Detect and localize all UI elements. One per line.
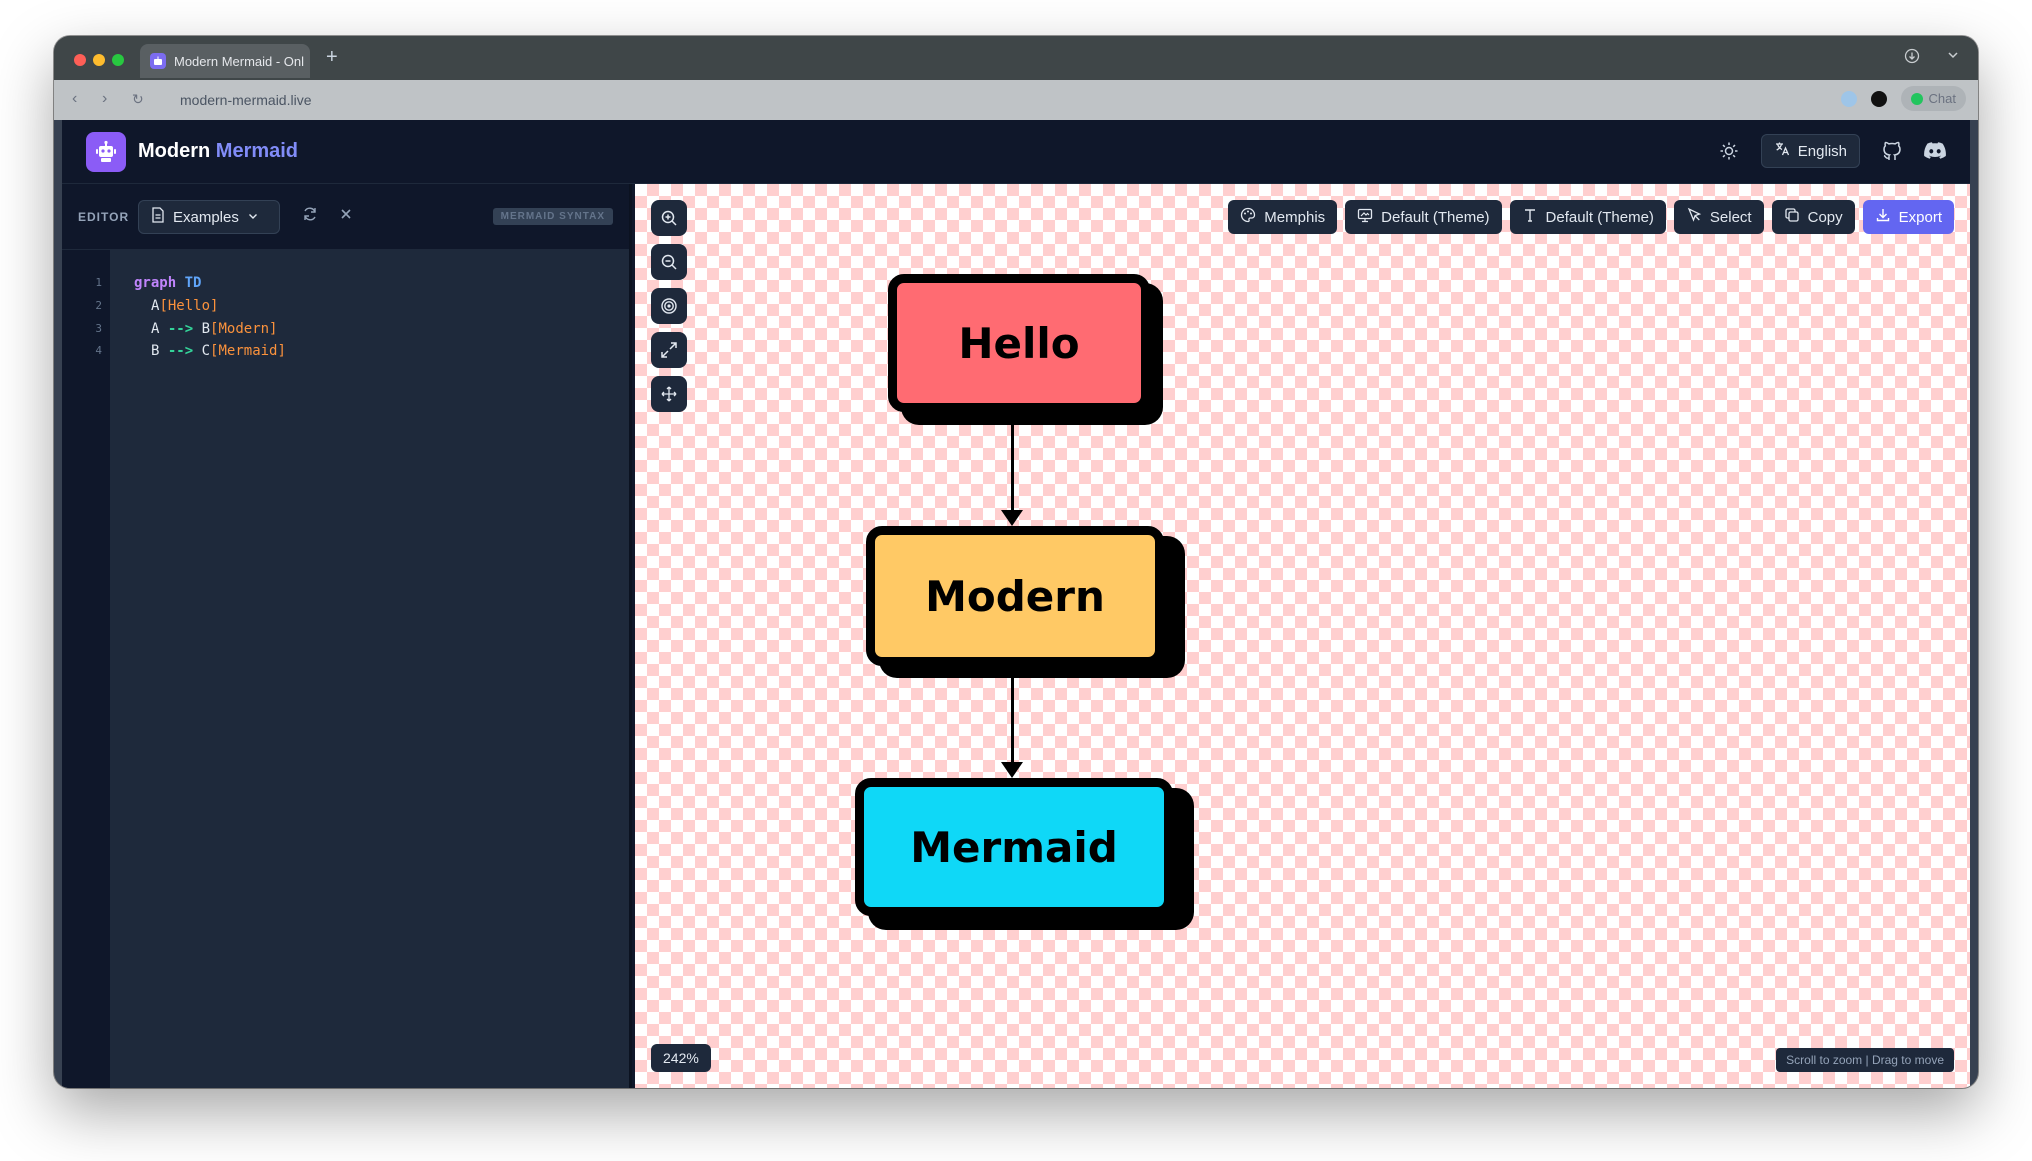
theme-image-icon [1357,207,1373,227]
code-line: A --> B[Modern] [151,321,278,337]
zoom-out-icon [661,254,677,270]
extension-icon[interactable] [1840,90,1857,107]
font-label: Default (Theme) [1545,208,1654,226]
font-type-icon [1522,207,1538,227]
editor-toolbar: EDITOR Examples MERMAID SYNTAX [62,184,629,250]
code-line: B --> C[Mermaid] [151,343,286,359]
chevron-down-icon [247,209,259,226]
editor-pane: EDITOR Examples MERMAID SYNTAX 1 2 3 4 g… [62,184,632,1088]
zoom-in-button[interactable] [651,200,687,236]
center-target-button[interactable] [651,288,687,324]
address-bar: ‹ › ↻ modern-mermaid.live Chat [54,80,1978,120]
canvas-toolbar: Memphis Default (Theme) Default (Theme) … [1228,200,1954,234]
mermaid-diagram: Hello Modern Mermaid [635,184,1970,1088]
preview-canvas[interactable]: Hello Modern Mermaid Memphis Default (Th… [635,184,1970,1088]
language-select-button[interactable]: English [1760,134,1860,168]
extension-mail-icon[interactable] [1870,90,1887,107]
robot-favicon-icon [150,53,166,69]
download-icon [1875,207,1891,227]
tab-title: Modern Mermaid - Onl [174,53,304,69]
fit-to-screen-button[interactable] [651,332,687,368]
expand-icon [661,342,677,358]
style-memphis-button[interactable]: Memphis [1228,200,1338,234]
document-icon [151,207,165,227]
node-modern-label: Modern [925,571,1105,621]
app-header: Modern Mermaid English [62,120,1970,184]
line-number: 4 [95,344,102,357]
back-arrow-icon[interactable]: ‹ [72,90,77,108]
zoom-toolbar [651,200,687,412]
select-mode-button[interactable]: Select [1673,200,1764,234]
node-mermaid[interactable]: Mermaid [855,778,1173,916]
language-label: English [1797,142,1847,160]
copy-label: Copy [1807,208,1843,226]
export-button[interactable]: Export [1862,200,1954,234]
chat-label: Chat [1928,91,1956,106]
zoom-out-button[interactable] [651,244,687,280]
style-label: Memphis [1264,208,1326,226]
translate-icon [1774,141,1790,161]
node-modern[interactable]: Modern [866,526,1164,666]
target-icon [661,298,677,314]
sun-theme-toggle-icon[interactable] [1719,141,1739,161]
font-select-button[interactable]: Default (Theme) [1509,200,1666,234]
reload-icon[interactable]: ↻ [132,91,144,108]
line-number: 2 [95,299,102,312]
maximize-window-button[interactable] [112,54,124,66]
zoom-level-indicator: 242% [651,1044,711,1072]
forward-arrow-icon[interactable]: › [102,90,107,108]
url-field[interactable]: modern-mermaid.live [180,92,311,108]
code-line: graph TD [134,275,202,291]
close-window-button[interactable] [74,54,86,66]
github-icon[interactable] [1882,141,1902,161]
palette-icon [1240,207,1256,227]
arrowhead-a-b [1001,510,1023,526]
syntax-badge: MERMAID SYNTAX [492,208,613,225]
new-tab-plus-icon[interactable]: + [326,46,338,69]
brand-title: Modern Mermaid [138,140,298,163]
node-mermaid-label: Mermaid [910,822,1118,872]
line-number: 1 [95,276,102,289]
editor-label: EDITOR [78,210,130,224]
app-root: Modern Mermaid English EDITOR Examples M… [62,120,1970,1088]
edge-a-b [1011,424,1014,516]
node-hello-label: Hello [958,318,1080,368]
line-number: 3 [95,322,102,335]
download-icon[interactable] [1904,48,1920,67]
browser-tabbar: Modern Mermaid - Onl + [54,36,1978,80]
theme-select-button[interactable]: Default (Theme) [1345,200,1502,234]
examples-dropdown[interactable]: Examples [138,200,280,234]
discord-icon[interactable] [1924,142,1946,160]
chat-button[interactable]: Chat [1900,86,1966,111]
browser-tab[interactable]: Modern Mermaid - Onl [140,44,310,78]
copy-button[interactable]: Copy [1771,200,1855,234]
cursor-pointer-icon [1686,207,1702,227]
brand-primary: Modern [138,140,211,162]
robot-logo-icon [86,132,126,172]
chevron-down-icon[interactable] [1946,48,1960,67]
select-label: Select [1709,208,1752,226]
arrowhead-b-c [1001,762,1023,778]
brand-accent: Mermaid [215,140,299,162]
pan-move-button[interactable] [651,376,687,412]
theme-label: Default (Theme) [1381,208,1490,226]
copy-icon [1784,207,1800,227]
code-line: A[Hello] [151,298,219,314]
chat-bubble-icon [1910,92,1923,105]
move-icon [661,386,677,402]
line-number-gutter: 1 2 3 4 [62,250,110,1088]
edge-b-c [1011,676,1014,768]
zoom-in-icon [661,210,677,226]
minimize-window-button[interactable] [93,54,105,66]
export-label: Export [1898,208,1942,226]
examples-label: Examples [173,208,239,226]
canvas-hint: Scroll to zoom | Drag to move [1776,1048,1954,1072]
browser-window: Modern Mermaid - Onl + ‹ › ↻ modern-merm… [54,36,1978,1088]
clear-x-icon[interactable] [338,206,354,227]
node-hello[interactable]: Hello [888,274,1150,412]
refresh-icon[interactable] [302,206,318,227]
